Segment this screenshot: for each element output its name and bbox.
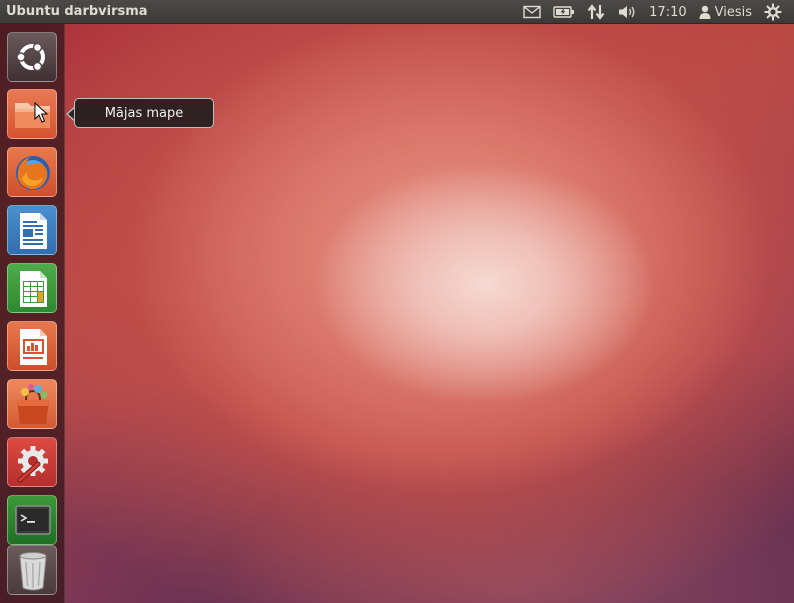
window-title: Ubuntu darbvirsma bbox=[6, 4, 148, 19]
writer-icon bbox=[20, 213, 47, 249]
launcher-libreoffice-writer[interactable] bbox=[7, 205, 57, 255]
calc-icon bbox=[20, 271, 47, 307]
impress-icon bbox=[20, 329, 47, 365]
mail-icon[interactable] bbox=[517, 0, 547, 24]
firefox-icon bbox=[16, 156, 50, 190]
user-menu[interactable]: Viesis bbox=[693, 0, 758, 24]
launcher-software-center[interactable] bbox=[7, 379, 57, 429]
clock[interactable]: 17:10 bbox=[643, 0, 692, 24]
user-icon bbox=[699, 5, 711, 19]
network-icon[interactable] bbox=[581, 0, 611, 24]
indicator-area: 17:10 Viesis bbox=[517, 0, 788, 24]
folder-icon bbox=[15, 103, 50, 128]
terminal-icon bbox=[15, 505, 51, 535]
battery-icon[interactable] bbox=[547, 0, 581, 24]
shopping-bag-icon bbox=[17, 384, 49, 424]
launcher-libreoffice-impress[interactable] bbox=[7, 321, 57, 371]
launcher-system-settings[interactable] bbox=[7, 437, 57, 487]
launcher-trash[interactable] bbox=[7, 545, 57, 595]
launcher-terminal[interactable] bbox=[7, 495, 57, 545]
trash-icon bbox=[19, 552, 47, 591]
launcher bbox=[0, 24, 65, 603]
launcher-tooltip: Mājas mape bbox=[74, 98, 214, 128]
settings-gear-icon[interactable] bbox=[758, 0, 788, 24]
launcher-libreoffice-calc[interactable] bbox=[7, 263, 57, 313]
user-name: Viesis bbox=[714, 4, 752, 20]
launcher-dash-home[interactable] bbox=[7, 32, 57, 82]
launcher-home-folder[interactable] bbox=[7, 89, 57, 139]
mouse-cursor-icon bbox=[34, 102, 48, 123]
ubuntu-logo-icon bbox=[16, 42, 45, 72]
settings-wrench-icon bbox=[17, 446, 48, 483]
top-panel: Ubuntu darbvirsma 17:10 Viesis bbox=[0, 0, 794, 24]
volume-icon[interactable] bbox=[611, 0, 643, 24]
launcher-firefox[interactable] bbox=[7, 147, 57, 197]
